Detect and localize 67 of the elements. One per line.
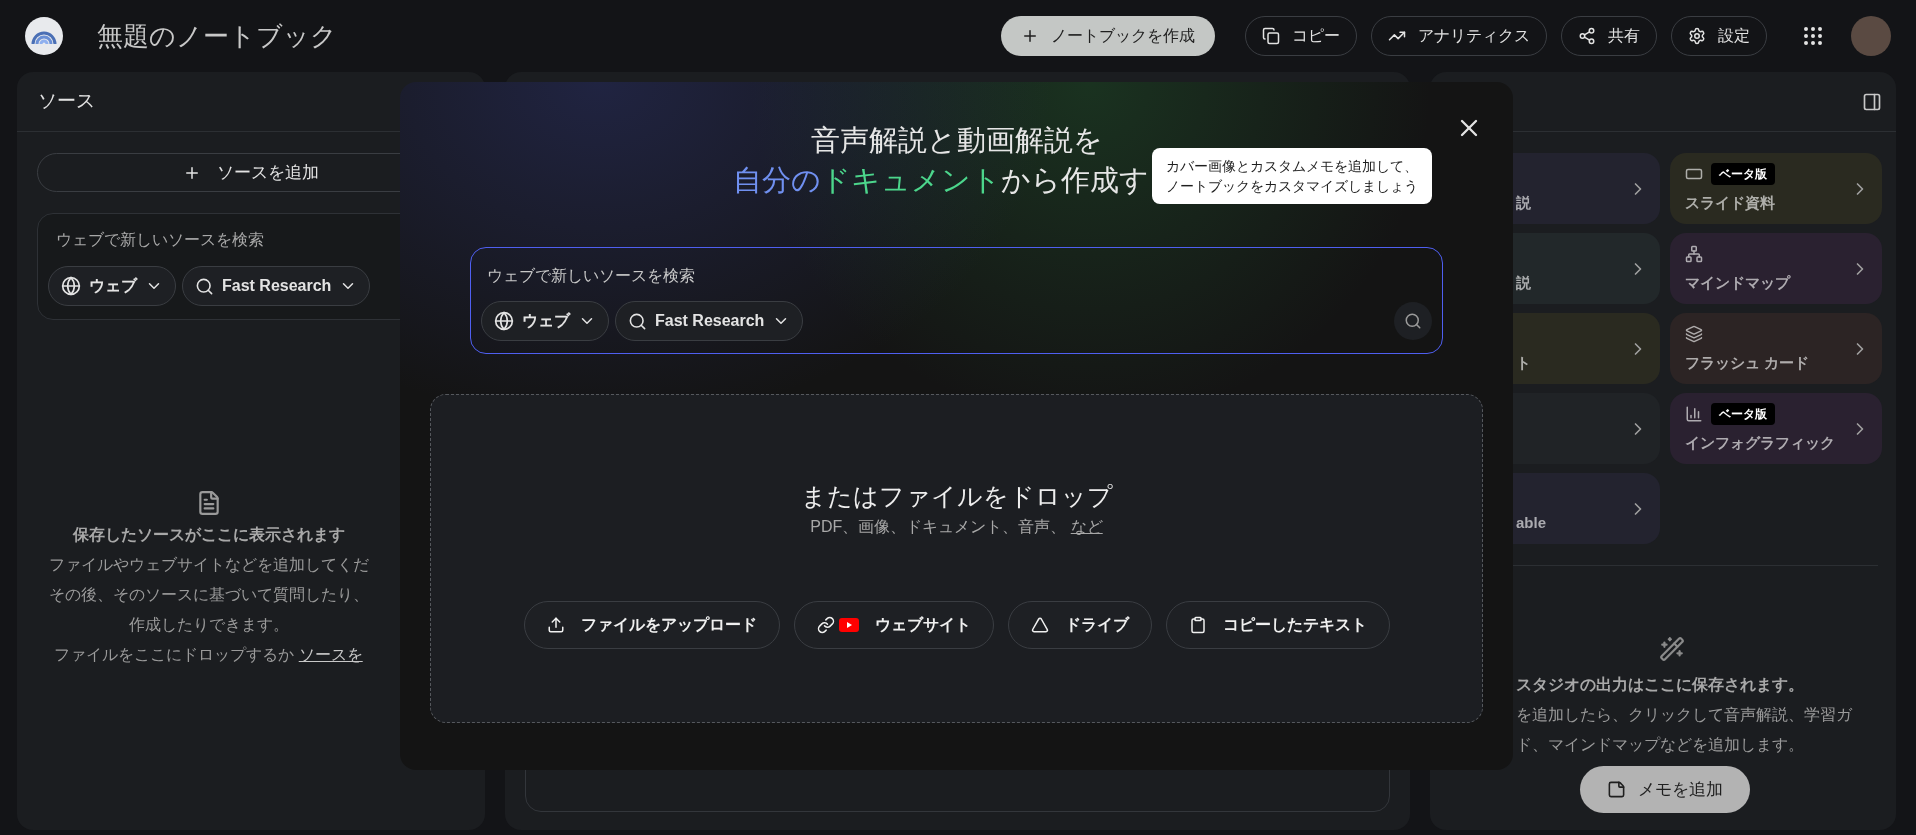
tile-label: インフォグラフィック (1685, 433, 1835, 454)
dialog-search-field[interactable]: ウェブで新しいソースを検索 ウェブ Fast Research (470, 247, 1443, 354)
cards-icon (1685, 325, 1703, 344)
share-icon (1578, 27, 1596, 45)
apps-grid-icon[interactable] (1801, 24, 1825, 48)
search-icon (1404, 312, 1422, 330)
beta-badge: ベータ版 (1711, 403, 1775, 426)
settings-icon (1688, 27, 1706, 45)
add-note-button[interactable]: メモを追加 (1580, 766, 1750, 813)
studio-tile[interactable]: ベータ版 スライド資料 (1670, 153, 1882, 224)
mind-map-icon (1685, 245, 1703, 264)
magnifier-icon (628, 311, 647, 331)
magic-wand-icon (1659, 636, 1685, 662)
bar-chart-icon (1685, 405, 1703, 424)
link-icon (816, 616, 835, 634)
note-icon (1607, 780, 1626, 799)
triangle-icon (1030, 616, 1049, 634)
tooltip: カバー画像とカスタムメモを追加して、ノートブックをカスタマイズしましょう (1152, 148, 1432, 204)
source-type-button[interactable]: ウェブサイト (793, 601, 994, 649)
empty-state-heading: スタジオの出力はここに保存されます。 (1516, 675, 1805, 695)
logo-icon (25, 17, 63, 55)
beta-badge: ベータ版 (1711, 163, 1775, 186)
more-formats-link[interactable]: など (1070, 518, 1103, 535)
drop-zone-title: またはファイルをドロップ (800, 481, 1113, 512)
tile-label: マインドマップ (1685, 273, 1790, 294)
supported-formats-text: PDF、画像、ドキュメント、音声、 など (810, 517, 1103, 537)
globe-icon (494, 311, 514, 331)
magnifier-icon (195, 276, 214, 296)
studio-tile[interactable]: マインドマップ (1670, 233, 1882, 304)
tile-label: 説 (1516, 273, 1531, 294)
source-type-button[interactable]: ドライブ (1007, 601, 1152, 649)
filter-chip[interactable]: Fast Research (182, 266, 371, 306)
panel-toggle-icon[interactable] (1862, 91, 1882, 112)
empty-state-text: を追加したら、クリックして音声解説、学習ガ (1516, 705, 1854, 725)
video-play-icon (838, 618, 859, 632)
search-button[interactable] (1394, 302, 1432, 340)
filter-chip[interactable]: ウェブ (48, 266, 176, 306)
plus-icon (1021, 27, 1039, 45)
clipboard-icon (1188, 616, 1207, 634)
empty-state-text: 作成したりできます。 (128, 615, 289, 635)
tile-label: フラッシュ カード (1685, 353, 1810, 374)
create-notebook-button[interactable]: ノートブックを作成 (1001, 16, 1215, 56)
empty-state-text: ファイルやウェブサイトなどを追加してくだ (48, 555, 369, 575)
drop-prompt-text: ファイルをここにドロップするか ソースを (54, 645, 363, 665)
copy-icon (1262, 27, 1280, 45)
tile-label: ト (1516, 353, 1531, 374)
empty-state-text: その後、そのソースに基づいて質問したり、 (48, 585, 369, 605)
studio-tile[interactable]: フラッシュ カード (1670, 313, 1882, 384)
empty-state-heading: 保存したソースがここに表示されます (72, 525, 345, 545)
filter-chip[interactable]: ウェブ (481, 301, 609, 341)
tile-label: able (1516, 513, 1546, 534)
empty-state-text: ド、マインドマップなどを追加します。 (1516, 735, 1805, 755)
tile-label: 説 (1516, 193, 1531, 214)
upload-icon (546, 616, 565, 634)
search-input[interactable]: ウェブで新しいソースを検索 (481, 264, 1432, 288)
search-input[interactable]: ウェブで新しいソースを検索 (48, 228, 454, 252)
filter-chip[interactable]: Fast Research (615, 301, 804, 341)
tile-label: スライド資料 (1685, 193, 1775, 214)
source-type-button[interactable]: ファイルをアップロード (523, 601, 780, 649)
panel-title: ソース (38, 89, 95, 114)
dialog-subheadline: 自分の ドキュメント から作成す (733, 163, 1149, 198)
globe-icon (61, 276, 81, 296)
notebook-title: 無題のノートブック (97, 19, 337, 53)
add-source-link[interactable]: ソースを (298, 646, 363, 663)
source-type-button[interactable]: コピーしたテキスト (1165, 601, 1390, 649)
studio-tile[interactable]: ベータ版 インフォグラフィック (1670, 393, 1882, 464)
dialog-headline: 音声解説と動画解説を (810, 123, 1103, 158)
